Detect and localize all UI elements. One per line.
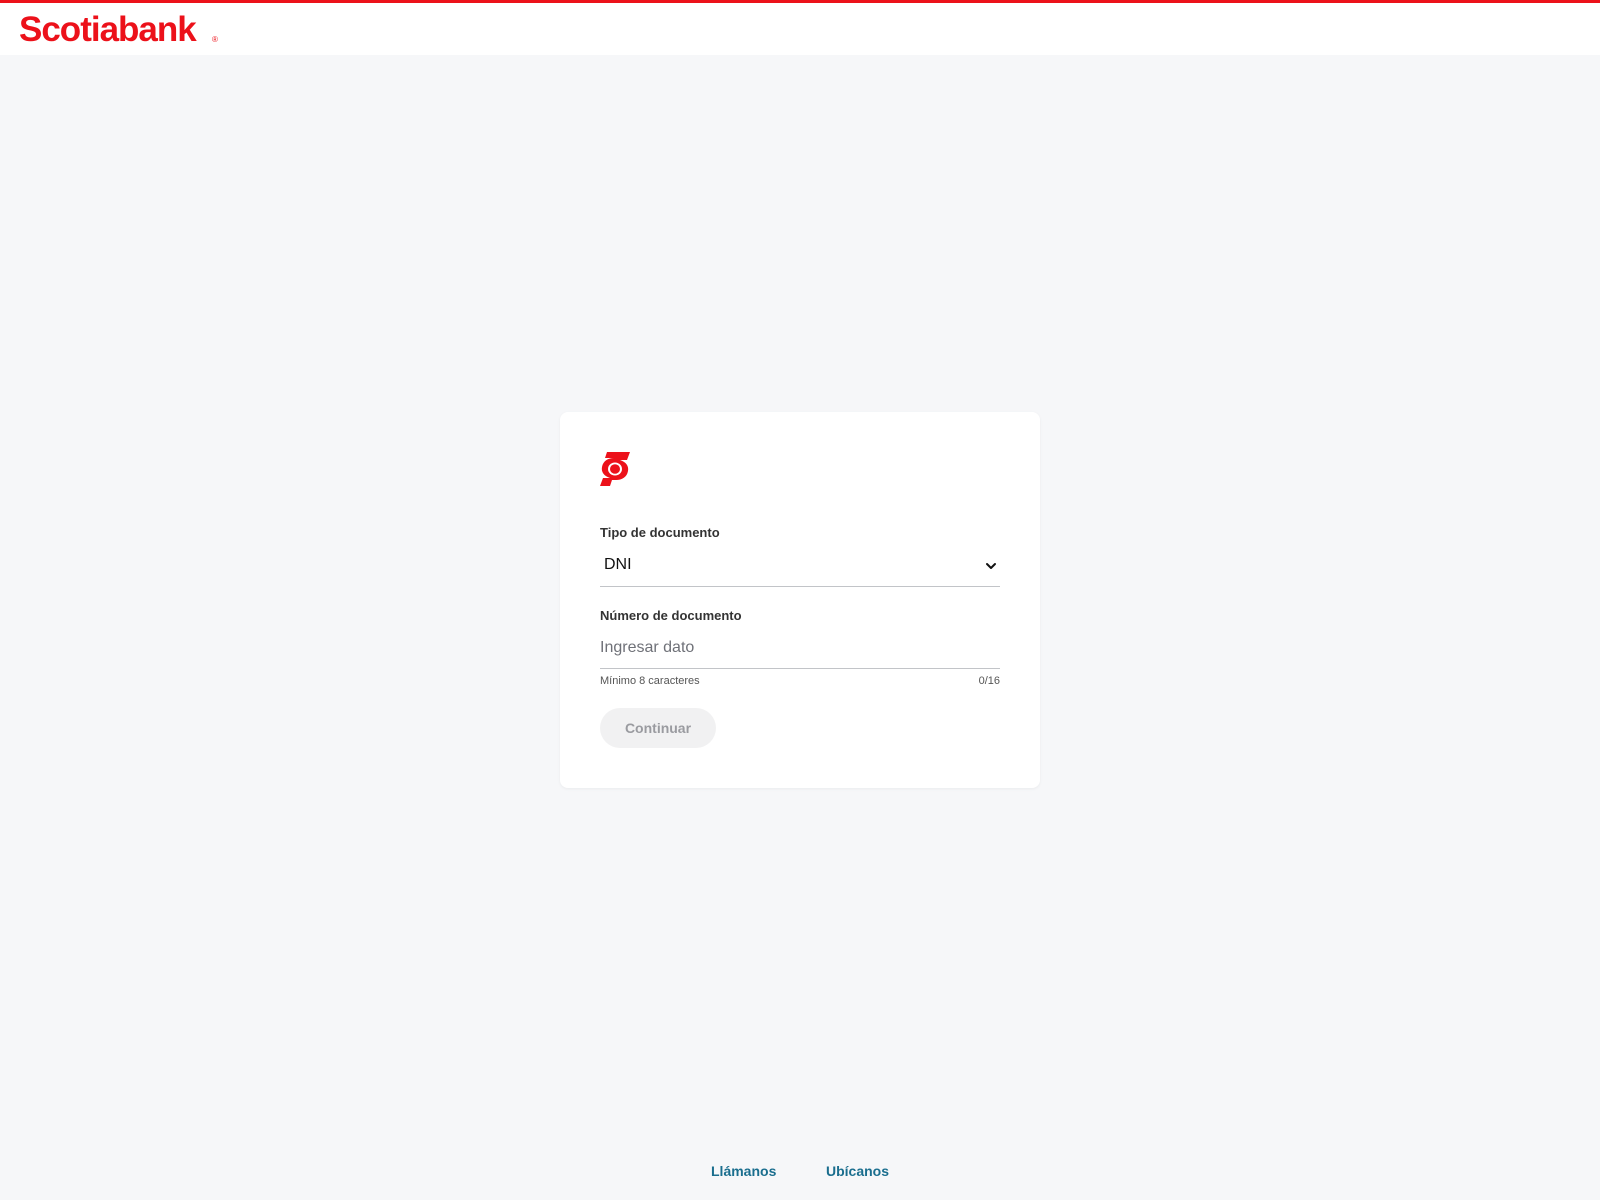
character-counter: 0/16 [978,675,1000,687]
login-page: Scotiabank ® Tipo de documento DNI Númer… [0,0,1600,1200]
document-number-helper: Mínimo 8 caracteres [600,675,700,687]
header: Scotiabank ® [0,3,1600,55]
document-number-label: Número de documento [600,608,742,623]
document-number-input[interactable] [600,628,1000,668]
chevron-down-icon [986,563,996,569]
continue-button[interactable]: Continuar [600,708,716,748]
document-type-label: Tipo de documento [600,525,720,540]
footer-link-ubicanos[interactable]: Ubícanos [826,1163,889,1179]
login-card: Tipo de documento DNI Número de document… [560,412,1040,788]
scotiabank-s-flag-icon [600,452,630,486]
document-number-field [600,628,1000,669]
registered-mark: ® [212,35,218,44]
document-type-value: DNI [604,556,632,573]
document-type-select[interactable]: DNI [600,546,1000,587]
footer-link-llamanos[interactable]: Llámanos [711,1163,776,1179]
brand-logo[interactable]: Scotiabank [19,10,197,50]
